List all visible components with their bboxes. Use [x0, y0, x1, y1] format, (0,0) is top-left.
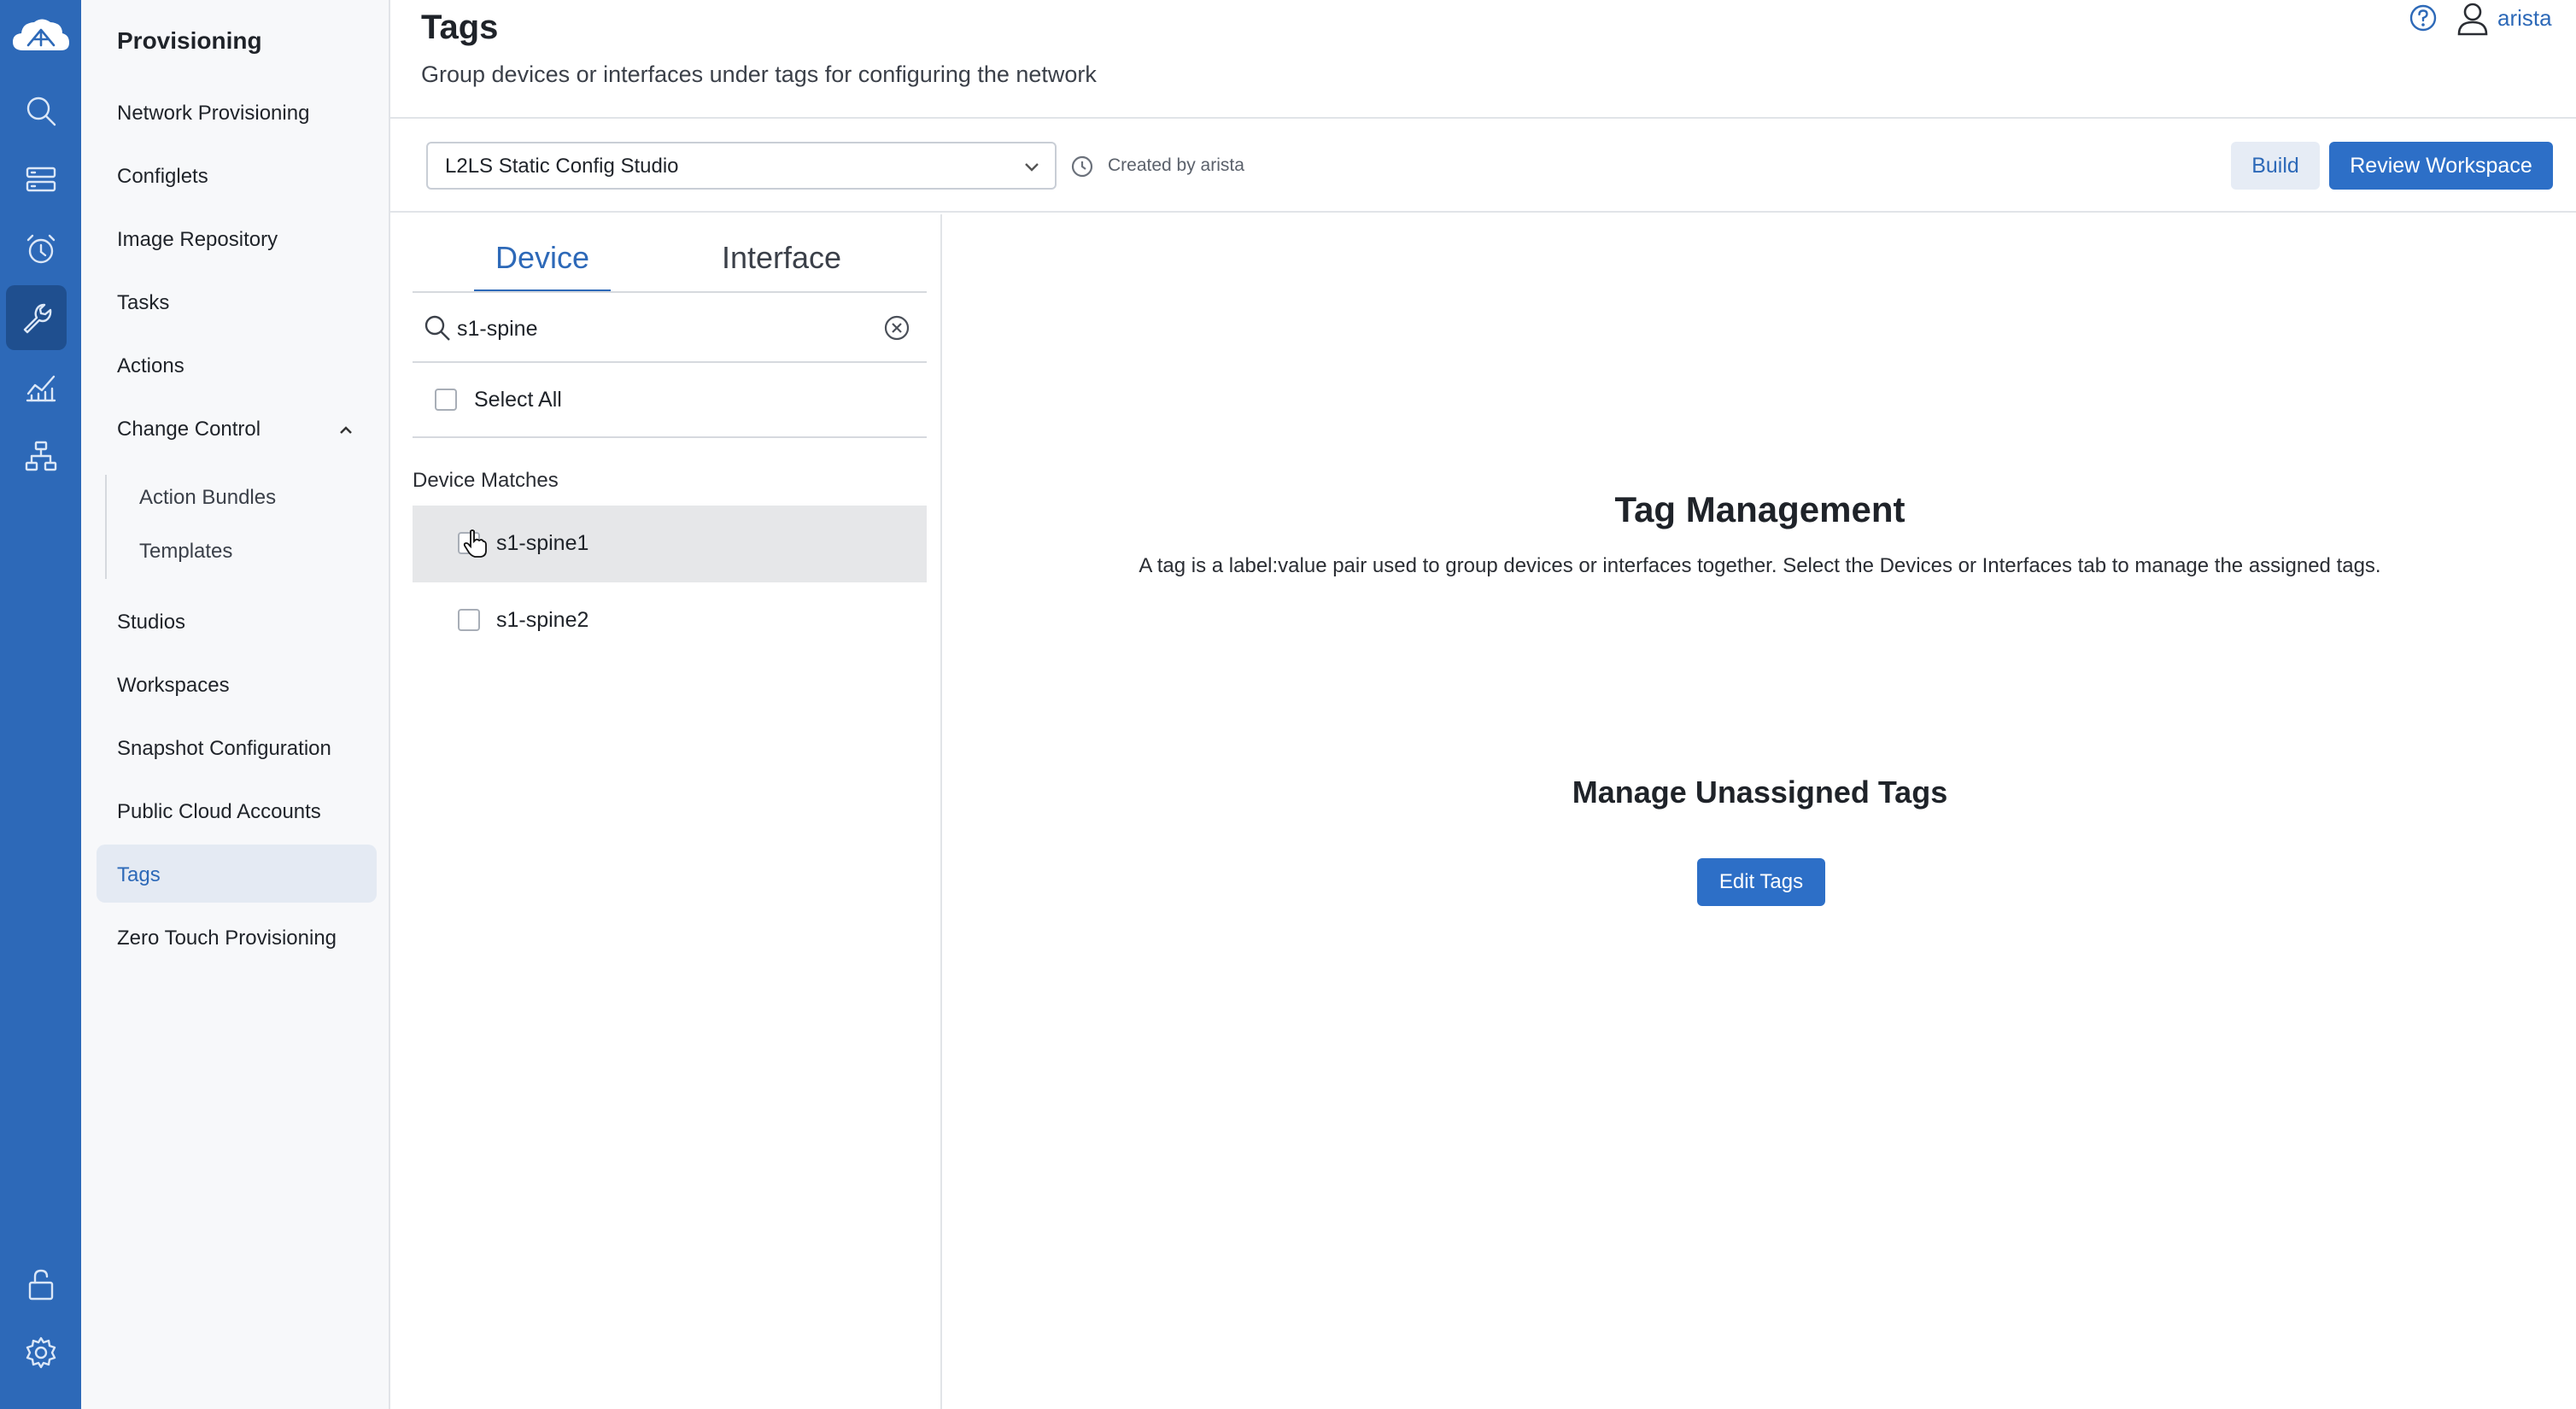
sidebar-item-workspaces[interactable]: Workspaces	[117, 674, 230, 698]
tab-interface[interactable]: Interface	[705, 240, 858, 293]
provisioning-sidebar: Provisioning Network Provisioning Config…	[81, 0, 390, 1409]
sidebar-item-studios[interactable]: Studios	[117, 611, 185, 634]
device-checkbox[interactable]	[458, 609, 480, 631]
cloudvision-logo[interactable]	[0, 3, 81, 68]
select-all-label: Select All	[474, 388, 562, 412]
select-all-checkbox[interactable]	[435, 389, 457, 411]
workspace-select-value: L2LS Static Config Studio	[445, 155, 679, 178]
page-title: Tags	[421, 9, 499, 46]
help-icon[interactable]	[2409, 3, 2438, 32]
sidebar-item-tags[interactable]: Tags	[117, 863, 161, 887]
review-workspace-button[interactable]: Review Workspace	[2329, 142, 2553, 190]
chevron-down-icon	[1022, 157, 1041, 176]
user-name-link[interactable]: arista	[2497, 5, 2552, 32]
sidebar-item-image-repository[interactable]: Image Repository	[117, 228, 278, 252]
sidebar-title: Provisioning	[117, 27, 262, 54]
dashboards-icon[interactable]	[0, 355, 81, 420]
cloud-logo-icon	[12, 19, 69, 50]
sidebar-item-zero-touch-provisioning[interactable]: Zero Touch Provisioning	[117, 927, 337, 950]
tabs-divider	[413, 291, 927, 293]
tag-management-description: A tag is a label:value pair used to grou…	[1139, 554, 2381, 577]
submenu-indent-line	[105, 475, 107, 579]
edit-tags-button[interactable]: Edit Tags	[1697, 858, 1825, 906]
provisioning-icon[interactable]	[6, 285, 67, 350]
device-matches-heading: Device Matches	[413, 469, 559, 492]
hand-cursor-icon	[462, 528, 488, 558]
created-by-text: Created by arista	[1108, 155, 1244, 175]
manage-unassigned-tags-title: Manage Unassigned Tags	[1572, 775, 1948, 810]
search-icon[interactable]	[0, 79, 81, 143]
workspace-select[interactable]: L2LS Static Config Studio	[426, 142, 1057, 190]
page-header: Tags Group devices or interfaces under t…	[390, 0, 2576, 119]
sidebar-item-configlets[interactable]: Configlets	[117, 165, 208, 189]
devices-icon[interactable]	[0, 147, 81, 212]
sidebar-subitem-action-bundles[interactable]: Action Bundles	[139, 486, 276, 510]
device-name: s1-spine1	[496, 531, 589, 555]
build-button[interactable]: Build	[2231, 142, 2320, 190]
topology-icon[interactable]	[0, 424, 81, 488]
sidebar-item-snapshot-configuration[interactable]: Snapshot Configuration	[117, 737, 331, 761]
device-row-s1-spine1[interactable]: s1-spine1	[413, 506, 927, 582]
sidebar-item-change-control[interactable]: Change Control	[117, 418, 261, 441]
user-icon[interactable]	[2456, 2, 2489, 36]
search-divider	[413, 361, 927, 363]
device-search-input[interactable]	[457, 312, 833, 346]
page-description: Group devices or interfaces under tags f…	[421, 61, 1097, 87]
device-selection-panel: Device Interface Select All Device Match…	[390, 214, 942, 1409]
sidebar-item-network-provisioning[interactable]: Network Provisioning	[117, 102, 309, 126]
sidebar-subitem-templates[interactable]: Templates	[139, 540, 232, 564]
events-icon[interactable]	[0, 217, 81, 282]
unlock-icon[interactable]	[0, 1252, 81, 1317]
search-icon	[423, 313, 452, 342]
workspace-toolbar: L2LS Static Config Studio Created by ari…	[390, 120, 2576, 213]
device-row-s1-spine2[interactable]: s1-spine2	[413, 582, 927, 659]
select-all-divider	[413, 436, 927, 438]
device-name: s1-spine2	[496, 608, 589, 632]
sidebar-item-tasks[interactable]: Tasks	[117, 291, 169, 315]
clear-search-icon[interactable]	[882, 313, 911, 342]
sidebar-item-actions[interactable]: Actions	[117, 354, 184, 378]
clock-icon	[1070, 155, 1094, 178]
tab-device[interactable]: Device	[474, 240, 611, 293]
sidebar-item-public-cloud-accounts[interactable]: Public Cloud Accounts	[117, 800, 321, 824]
gear-icon[interactable]	[0, 1320, 81, 1385]
tag-management-title: Tag Management	[1614, 489, 1906, 529]
icon-rail	[0, 0, 81, 1409]
chevron-up-icon[interactable]	[337, 422, 354, 439]
tag-management-main: Tag Management A tag is a label:value pa…	[944, 214, 2576, 1409]
